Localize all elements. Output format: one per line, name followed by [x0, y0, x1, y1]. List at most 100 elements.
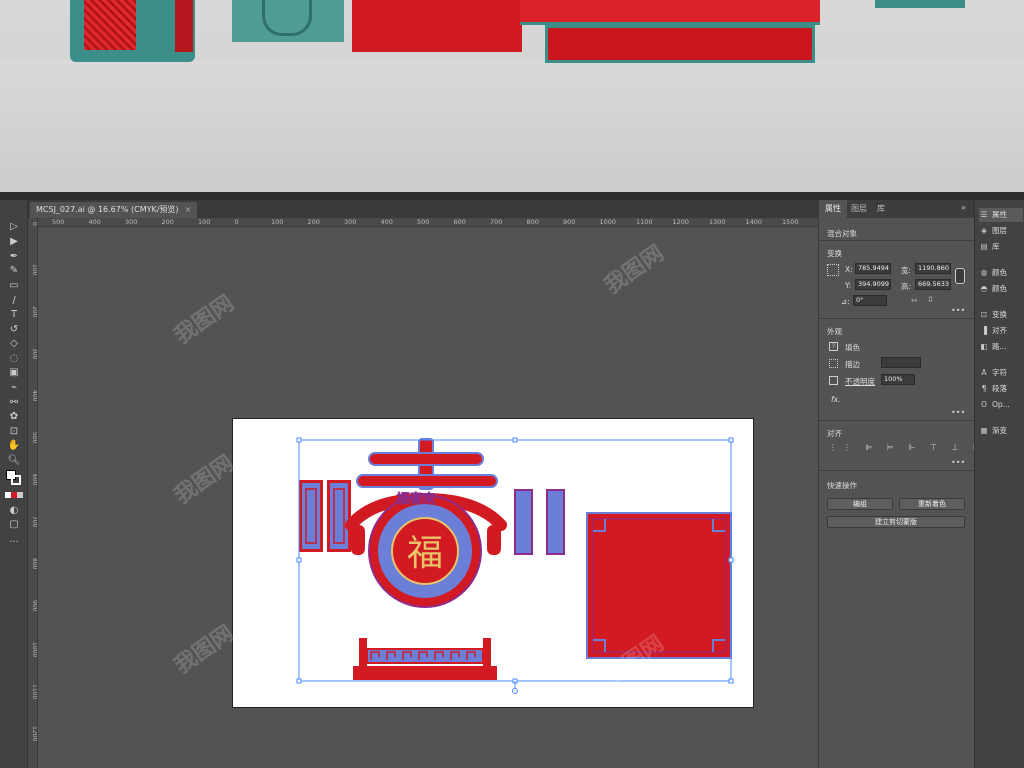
gradient-tool-icon[interactable]: ▣: [6, 366, 22, 379]
iconbar-item[interactable]: ¶ 段落: [979, 382, 1023, 396]
render-preview-photo: [0, 0, 1024, 192]
curvature-tool-icon[interactable]: ✎: [6, 264, 22, 277]
iconbar-item[interactable]: ▐ 对齐: [979, 324, 1023, 338]
selection-tool-icon[interactable]: ▷: [6, 220, 22, 233]
document-tab[interactable]: MCSJ_027.ai @ 16.67% (CMYK/预览) ×: [30, 202, 198, 218]
panel-collapse-icon[interactable]: »: [961, 203, 966, 212]
red-stage-block: [352, 0, 522, 52]
h-input[interactable]: 669.5633: [915, 279, 951, 290]
ruler-tick-label: 1000: [31, 642, 38, 658]
appearance-more-icon[interactable]: •••: [951, 408, 965, 417]
type-tool-icon[interactable]: T: [6, 308, 22, 321]
stroke-icon[interactable]: [829, 359, 838, 368]
tab-libraries[interactable]: 库: [871, 200, 891, 218]
horizontal-ruler[interactable]: 500 400 300 200 100 0 100 200 300 400 500 600 700 800…: [38, 218, 818, 227]
artboard[interactable]: 福 福春来: [232, 418, 754, 708]
align-buttons-row[interactable]: ⋮⋮ ⊫ ⊨ ⊩ ⊤ ⊥ ⊦: [829, 443, 977, 453]
stroke-label: 描边: [845, 360, 860, 369]
fill-icon[interactable]: ?: [829, 342, 838, 351]
iconbar-item-label: 库: [992, 242, 1000, 251]
opacity-label: 不透明度: [845, 377, 875, 386]
effects-label[interactable]: fx.: [831, 395, 840, 404]
artboard-tool-icon[interactable]: ⊡: [6, 425, 22, 438]
ruler-tick-label: 1000: [599, 218, 617, 226]
opacity-icon[interactable]: [829, 376, 838, 385]
flip-horizontal-icon[interactable]: ⇿: [911, 296, 918, 305]
iconbar-item[interactable]: ⊡ 变换: [979, 308, 1023, 322]
vertical-ruler[interactable]: 0 100 200 300 400 500 600 700 800 900 1000 1100 1200: [28, 218, 38, 768]
direct-selection-tool-icon[interactable]: ▶: [6, 235, 22, 248]
hand-tool-icon[interactable]: ✋: [6, 439, 22, 452]
opacity-input[interactable]: 100%: [881, 374, 915, 385]
rotate-tool-icon[interactable]: ↺: [6, 323, 22, 336]
iconbar-item[interactable]: ◈ 图层: [979, 224, 1023, 238]
screen-mode-icon[interactable]: ▢: [6, 518, 22, 531]
transform-more-icon[interactable]: •••: [951, 306, 965, 315]
group-button[interactable]: 编组: [827, 498, 893, 510]
zoom-tool-icon[interactable]: 🔍︎: [6, 454, 22, 467]
constrain-proportions-icon[interactable]: [955, 268, 965, 284]
teal-box-emblem: [262, 0, 312, 36]
w-label: 宽:: [901, 266, 912, 275]
paragraph-icon: ¶: [981, 384, 987, 393]
angle-input[interactable]: 0°: [853, 295, 887, 306]
w-input[interactable]: 1190.860: [915, 263, 951, 274]
ruler-tick-label: 1200: [31, 726, 38, 742]
iconbar-item[interactable]: O Op...: [979, 398, 1023, 412]
fu-character: 福: [407, 533, 443, 574]
eyedropper-tool-icon[interactable]: ⌁: [6, 381, 22, 394]
iconbar-item-label: 对齐: [992, 326, 1007, 335]
iconbar-item-label: 属性: [992, 210, 1007, 219]
paintbrush-tool-icon[interactable]: /: [6, 294, 22, 307]
iconbar-item-label: 颜色: [992, 284, 1007, 293]
more-tools-icon[interactable]: ···: [6, 536, 22, 549]
align-more-icon[interactable]: •••: [951, 458, 965, 467]
red-square-frame[interactable]: [586, 512, 732, 659]
color-mode-buttons[interactable]: [5, 492, 23, 498]
properties-icon: ☰: [980, 210, 988, 219]
flip-vertical-icon[interactable]: ⇳: [927, 295, 934, 304]
fill-label: 填色: [845, 343, 860, 352]
ruler-tick-label: 0: [31, 222, 38, 226]
iconbar-item[interactable]: A 字符: [979, 366, 1023, 380]
section-transform: 变换: [827, 249, 842, 258]
iconbar-item[interactable]: ◓ 颜色: [979, 282, 1023, 296]
ruler-tick-label: 500: [417, 218, 430, 226]
red-stage-step-top: [520, 0, 820, 25]
artwork-svg[interactable]: 福 福春来: [233, 419, 755, 709]
document-tab-bar: MCSJ_027.ai @ 16.67% (CMYK/预览) ×: [28, 200, 818, 218]
symbol-sprayer-tool-icon[interactable]: ✿: [6, 410, 22, 423]
canvas-area[interactable]: 福 福春来: [38, 227, 818, 768]
railing-art[interactable]: [353, 638, 497, 680]
section-align: 对齐: [827, 429, 842, 438]
ruler-tick-label: 400: [31, 390, 38, 402]
h-label: 高:: [901, 282, 912, 291]
iconbar-item[interactable]: ◧ 路...: [979, 340, 1023, 354]
shape-builder-tool-icon[interactable]: ◌: [6, 352, 22, 365]
pen-tool-icon[interactable]: ✒: [6, 250, 22, 263]
close-tab-icon[interactable]: ×: [185, 205, 192, 214]
tab-properties[interactable]: 属性: [819, 200, 847, 218]
x-input[interactable]: 785.9494: [855, 263, 891, 274]
draw-mode-icon[interactable]: ◐: [6, 504, 22, 517]
reference-point-icon[interactable]: [827, 264, 839, 276]
iconbar-item[interactable]: ▦ 渐变: [979, 424, 1023, 438]
iconbar-item[interactable]: ◍ 颜色: [979, 266, 1023, 280]
y-input[interactable]: 394.9099: [855, 279, 891, 290]
blend-tool-icon[interactable]: ⚯: [6, 396, 22, 409]
tab-layers[interactable]: 图层: [845, 200, 873, 218]
lattice-panel-left[interactable]: [299, 480, 351, 552]
fill-stroke-swatch[interactable]: [6, 470, 22, 486]
iconbar-item-label: Op...: [992, 400, 1010, 409]
blue-bar-pair[interactable]: [514, 489, 565, 555]
rectangle-tool-icon[interactable]: ▭: [6, 279, 22, 292]
eraser-tool-icon[interactable]: ◇: [6, 337, 22, 350]
iconbar-item[interactable]: ☰ 属性: [979, 208, 1023, 222]
panel-icon-bar: ☰ 属性 ◈ 图层 ▤ 库 ◍ 颜色 ◓ 颜色 ⊡ 变换 ▐ 对齐 ◧ 路... A 字符 ¶ 段落 O Op... ▦ 渐变: [974, 200, 1024, 768]
pathfinder-icon: ◧: [980, 342, 988, 351]
stroke-width-input[interactable]: [881, 357, 921, 368]
chun-character-art[interactable]: 福 福春来: [345, 438, 507, 608]
make-clipping-mask-button[interactable]: 建立剪切蒙版: [827, 516, 965, 528]
iconbar-item[interactable]: ▤ 库: [979, 240, 1023, 254]
recolor-button[interactable]: 重新着色: [899, 498, 965, 510]
